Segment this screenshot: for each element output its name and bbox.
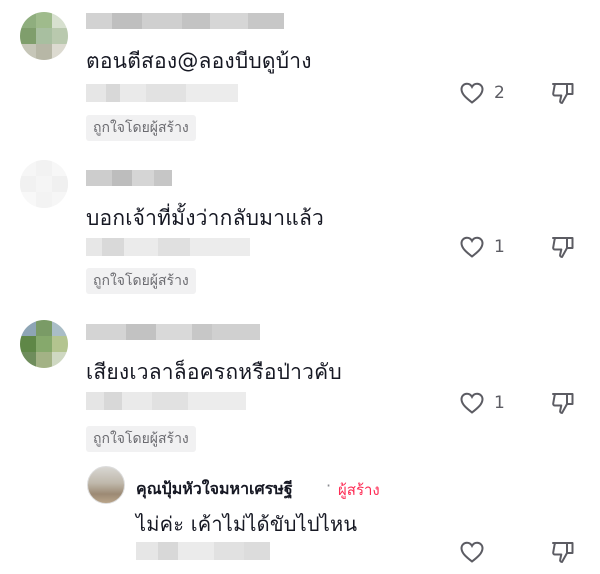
- commenter-avatar[interactable]: [20, 160, 68, 208]
- creator-badge: ผู้สร้าง: [338, 481, 380, 499]
- heart-outline-icon: [460, 82, 484, 104]
- commenter-avatar[interactable]: [20, 320, 68, 368]
- username-redacted: [86, 324, 260, 340]
- comment-text: บอกเจ้าที่มั้งว่ากลับมาแล้ว: [86, 206, 324, 230]
- comment-meta-redacted: [86, 392, 246, 410]
- thumbs-down-outline-icon: [552, 393, 574, 414]
- like-button[interactable]: 1: [459, 391, 505, 415]
- liked-by-creator-label: ถูกใจโดยผู้สร้าง: [86, 268, 196, 294]
- reply-meta-redacted: [136, 542, 270, 560]
- commenter-avatar[interactable]: [20, 12, 68, 60]
- like-button[interactable]: 2: [459, 81, 505, 105]
- dislike-button[interactable]: [550, 234, 576, 264]
- like-button[interactable]: [459, 540, 494, 564]
- heart-outline-icon: [460, 236, 484, 258]
- username-redacted: [86, 13, 284, 29]
- comment-text: เสียงเวลาล็อครถหรือป่าวคับ: [86, 360, 342, 384]
- reply-username[interactable]: คุณปุ้มหัวใจมหาเศรษฐี: [136, 477, 293, 502]
- comment-text: ตอนตีสอง@ลองบีบดูบ้าง: [86, 49, 312, 73]
- thumbs-down-outline-icon: [552, 542, 574, 563]
- heart-outline-icon: [460, 392, 484, 414]
- thumbs-down-outline-icon: [552, 237, 574, 258]
- username-redacted: [86, 170, 172, 186]
- liked-by-creator-label: ถูกใจโดยผู้สร้าง: [86, 426, 196, 452]
- like-button[interactable]: 1: [459, 235, 505, 259]
- like-count: 2: [494, 83, 505, 103]
- comment-meta-redacted: [86, 84, 238, 102]
- thumbs-down-outline-icon: [552, 83, 574, 104]
- like-count: 1: [494, 237, 505, 257]
- heart-outline-icon: [460, 541, 484, 563]
- comment-meta-redacted: [86, 238, 250, 256]
- like-count: 1: [494, 393, 505, 413]
- liked-by-creator-label: ถูกใจโดยผู้สร้าง: [86, 115, 196, 141]
- dislike-button[interactable]: [550, 539, 576, 569]
- reply-avatar[interactable]: [87, 466, 125, 504]
- dislike-button[interactable]: [550, 390, 576, 420]
- reply-text: ไม่ค่ะ เค้าไม่ได้ขับไปไหน: [136, 512, 358, 536]
- dislike-button[interactable]: [550, 80, 576, 110]
- separator-dot: ·: [326, 476, 332, 495]
